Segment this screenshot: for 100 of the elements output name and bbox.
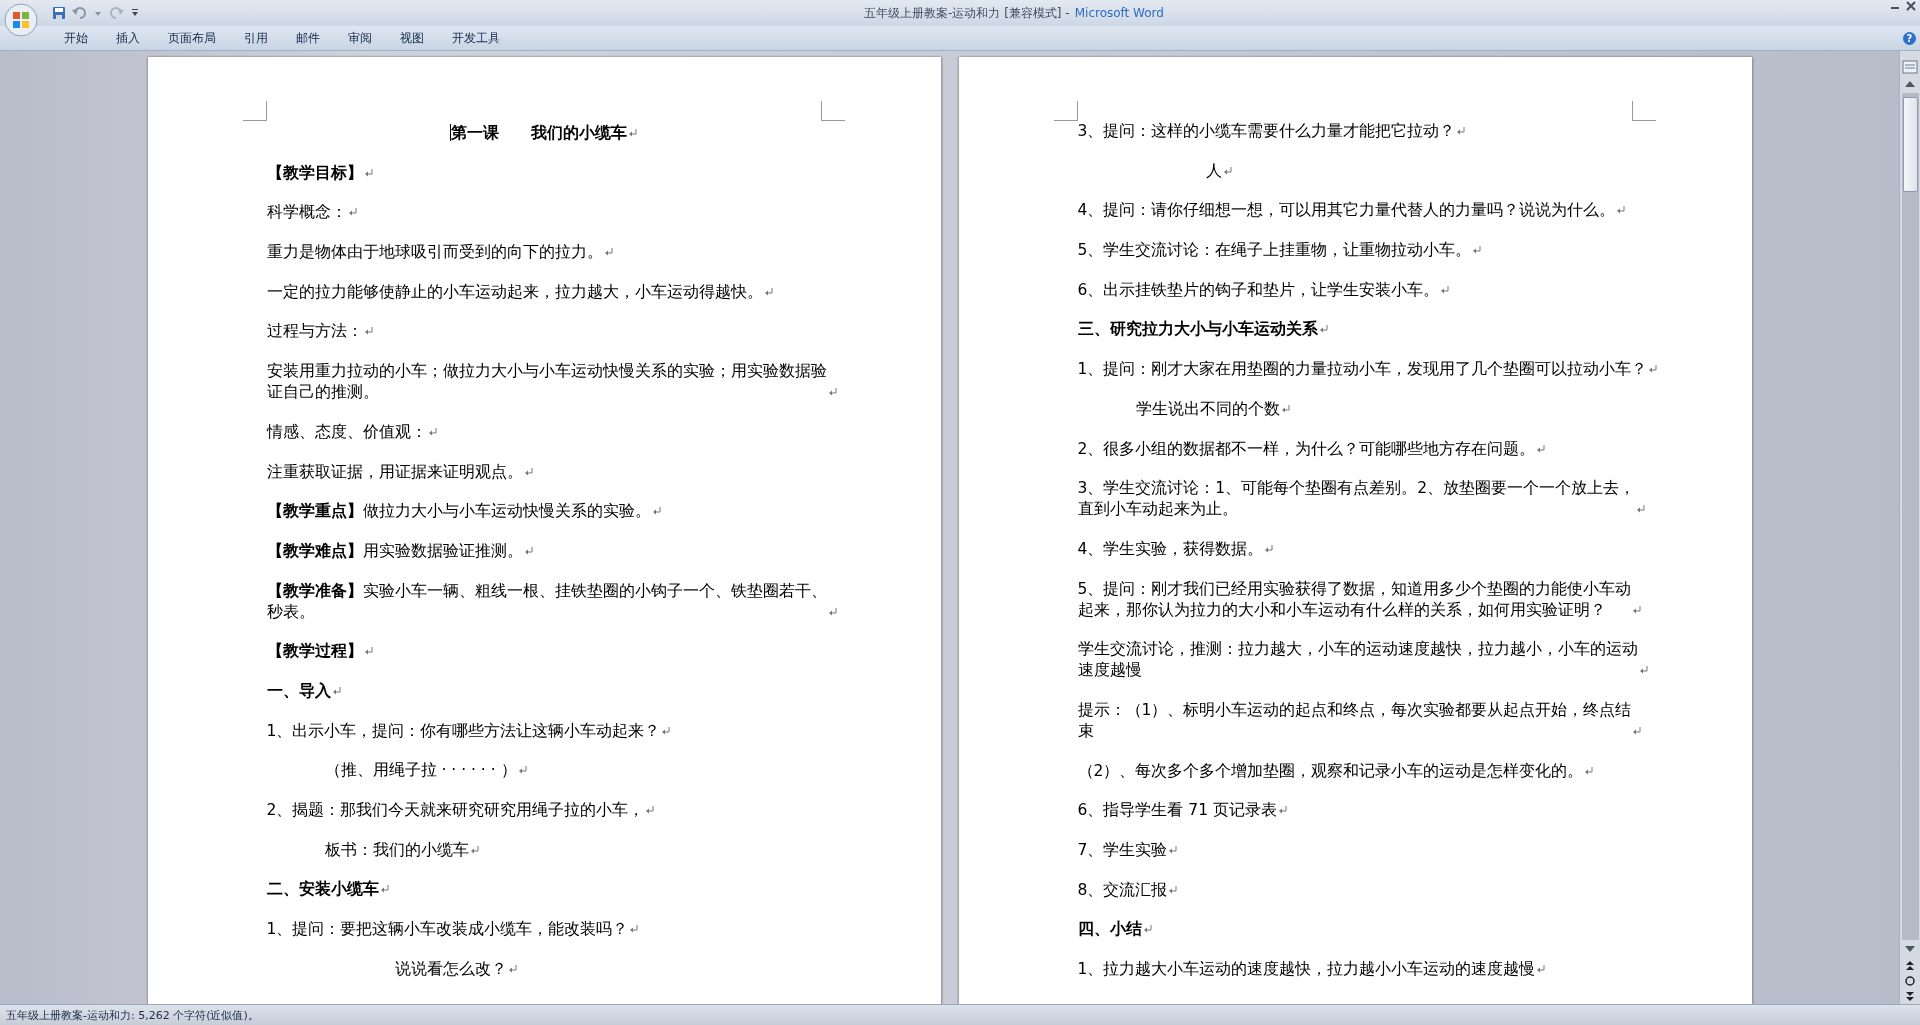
heading: 【教学目标】: [266, 162, 363, 184]
paragraph-mark-icon: [646, 805, 656, 815]
crop-mark: [242, 101, 267, 121]
crop-mark: [1631, 101, 1656, 121]
paragraph-mark-icon: [828, 606, 838, 617]
paragraph: 1、提问：刚才大家在用垫圈的力量拉动小车，发现用了几个垫圈可以拉动小车？: [1077, 359, 1648, 381]
paragraph: 4、提问：请你仔细想一想，可以用其它力量代替人的力量吗？说说为什么。: [1077, 200, 1616, 222]
paragraph-mark-icon: [1633, 604, 1643, 615]
paragraph-mark-icon: [1457, 126, 1467, 136]
status-text: 五年级上册教案-运动和力: 5,262 个字符(近似值)。: [6, 1007, 259, 1023]
paragraph: 6、出示挂铁垫片的钩子和垫片，让学生安装小车。: [1077, 279, 1440, 301]
scrollbar-thumb[interactable]: [1902, 97, 1918, 192]
paragraph-mark-icon: [1169, 845, 1179, 855]
paragraph-mark-icon: [524, 466, 534, 477]
help-button[interactable]: ?: [1903, 31, 1916, 45]
paragraph-mark-icon: [428, 426, 438, 437]
paragraph-mark-icon: [348, 207, 358, 218]
paragraph-mark-icon: [764, 286, 774, 297]
ribbon-tab[interactable]: 邮件: [282, 27, 334, 49]
window-title: 五年级上册教案-运动和力 [兼容模式] -: [864, 5, 1070, 20]
ribbon-tab[interactable]: 开发工具: [438, 27, 514, 49]
paragraph-mark-icon: [364, 326, 374, 337]
paragraph-mark-icon: [1649, 364, 1659, 375]
paragraph-mark-icon: [630, 924, 640, 935]
paragraph-mark-icon: [364, 167, 374, 178]
heading: 【教学过程】: [266, 641, 363, 663]
paragraph: 1、出示小车，提问：你有哪些方法让这辆小车动起来？: [266, 720, 661, 742]
paragraph: 3、学生交流讨论：1、可能每个垫圈有点差别。2、放垫圈要一个一个放上去， 直到小车动起来为止。: [1077, 478, 1636, 521]
document-title: 第一课 我们的小缆车: [450, 123, 627, 144]
paragraph-mark-icon: [524, 545, 534, 556]
paragraph-mark-icon: [1441, 284, 1451, 295]
paragraph: 人: [1205, 160, 1222, 182]
paragraph: 5、提问：刚才我们已经用实验获得了数据，知道用多少个垫圈的力能使小车动 起来，那你认为拉力的大小和小车运动有什么样的关系，如何用实验证明？: [1077, 578, 1632, 621]
paragraph: 4、学生实验，获得数据。: [1077, 538, 1264, 560]
paragraph: 提示：（1）、标明小车运动的起点和终点，每次实验都要从起点开始，终点结 束: [1077, 699, 1632, 742]
paragraph-mark-icon: [1617, 205, 1627, 216]
paragraph-mark-icon: [518, 765, 528, 776]
paragraph: 【教学准备】实验小车一辆、粗线一根、挂铁垫圈的小钩子一个、铁垫圈若干、 秒表。: [266, 580, 827, 623]
paragraph: 2、揭题：那我们今天就来研究研究用绳子拉的小车，: [266, 800, 645, 821]
paragraph: 5、学生交流讨论：在绳子上挂重物，让重物拉动小车。: [1077, 240, 1472, 262]
heading: 一、导入: [266, 680, 331, 702]
paragraph: 8、交流汇报: [1077, 879, 1168, 901]
paragraph-mark-icon: [1639, 665, 1649, 676]
heading: 二、安装小缆车: [266, 879, 379, 901]
paragraph: 【教学难点】用实验数据验证推测。: [266, 540, 523, 562]
paragraph: 说说看怎么改？: [394, 958, 507, 980]
paragraph-mark-icon: [1265, 543, 1275, 554]
ribbon-tab[interactable]: 开始: [50, 27, 102, 49]
paragraph-mark-icon: [1473, 245, 1483, 256]
heading: 三、研究拉力大小与小车运动关系: [1077, 319, 1318, 341]
paragraph-mark-icon: [652, 506, 662, 517]
ribbon-tab[interactable]: 审阅: [334, 27, 386, 49]
ribbon-tab[interactable]: 视图: [386, 27, 438, 49]
paragraph: 板书：我们的小缆车: [324, 839, 469, 861]
paragraph: 学生说出不同的个数: [1135, 398, 1280, 420]
paragraph: 6、指导学生看 71 页记录表: [1077, 800, 1277, 822]
paragraph: 注重获取证据，用证据来证明观点。: [266, 461, 523, 483]
paragraph: 学生交流讨论，推测：拉力越大，小车的运动速度越快，拉力越小，小车的运动 速度越慢: [1077, 639, 1638, 682]
paragraph-mark-icon: [1537, 964, 1547, 975]
paragraph: 重力是物体由于地球吸引而受到的向下的拉力。: [266, 242, 603, 264]
paragraph: 1、拉力越大小车运动的速度越快，拉力越小小车运动的速度越慢: [1077, 959, 1536, 981]
paragraph: 安装用重力拉动的小车；做拉力大小与小车运动快慢关系的实验；用实验数据验 证自己的推测。: [266, 361, 827, 404]
browse-object-icon[interactable]: [1902, 974, 1918, 988]
paragraph-mark-icon: [1143, 924, 1153, 935]
paragraph-mark-icon: [470, 844, 480, 855]
paragraph: 过程与方法：: [266, 321, 363, 343]
paragraph-mark-icon: [332, 685, 342, 696]
paragraph-mark-icon: [380, 884, 390, 895]
paragraph-mark-icon: [364, 646, 374, 657]
paragraph-mark-icon: [604, 247, 614, 258]
paragraph: 1、提问：要把这辆小车改装成小缆车，能改装吗？: [266, 919, 629, 941]
paragraph: （2）、每次多个多个增加垫圈，观察和记录小车的运动是怎样变化的。: [1077, 760, 1584, 782]
paragraph-mark-icon: [662, 725, 672, 736]
paragraph-mark-icon: [1223, 165, 1233, 176]
close-icon[interactable]: [1904, 0, 1918, 12]
paragraph-mark-icon: [1537, 443, 1547, 454]
crop-mark: [820, 101, 845, 121]
ribbon-tab[interactable]: 引用: [230, 27, 282, 49]
paragraph-mark-icon: [1585, 765, 1595, 776]
paragraph-mark-icon: [1633, 725, 1643, 736]
paragraph: 7、学生实验: [1077, 840, 1168, 861]
paragraph: 一定的拉力能够使静止的小车运动起来，拉力越大，小车运动得越快。: [266, 281, 763, 303]
paragraph-mark-icon: [828, 387, 838, 398]
paragraph: 【教学重点】做拉力大小与小车运动快慢关系的实验。: [266, 501, 651, 523]
heading: 四、小结: [1077, 919, 1142, 941]
ruler-toggle-icon[interactable]: [1902, 59, 1918, 75]
paragraph-mark-icon: [508, 963, 518, 974]
paragraph-mark-icon: [1637, 504, 1647, 515]
paragraph-mark-icon: [628, 128, 638, 138]
paragraph: 科学概念：: [266, 202, 347, 224]
paragraph: （推、用绳子拉 · · · · · · ）: [324, 760, 517, 782]
paragraph: 情感、态度、价值观：: [266, 421, 427, 443]
paragraph: 3、提问：这样的小缆车需要什么力量才能把它拉动？: [1077, 121, 1456, 142]
paragraph-mark-icon: [1281, 403, 1291, 414]
app-name: Microsoft Word: [1074, 5, 1164, 20]
ribbon-tab[interactable]: 页面布局: [154, 27, 230, 49]
save-icon[interactable]: [52, 6, 66, 20]
paragraph: 2、很多小组的数据都不一样，为什么？可能哪些地方存在问题。: [1077, 438, 1536, 460]
ribbon-tab[interactable]: 插入: [102, 27, 154, 49]
crop-mark: [1053, 101, 1078, 121]
